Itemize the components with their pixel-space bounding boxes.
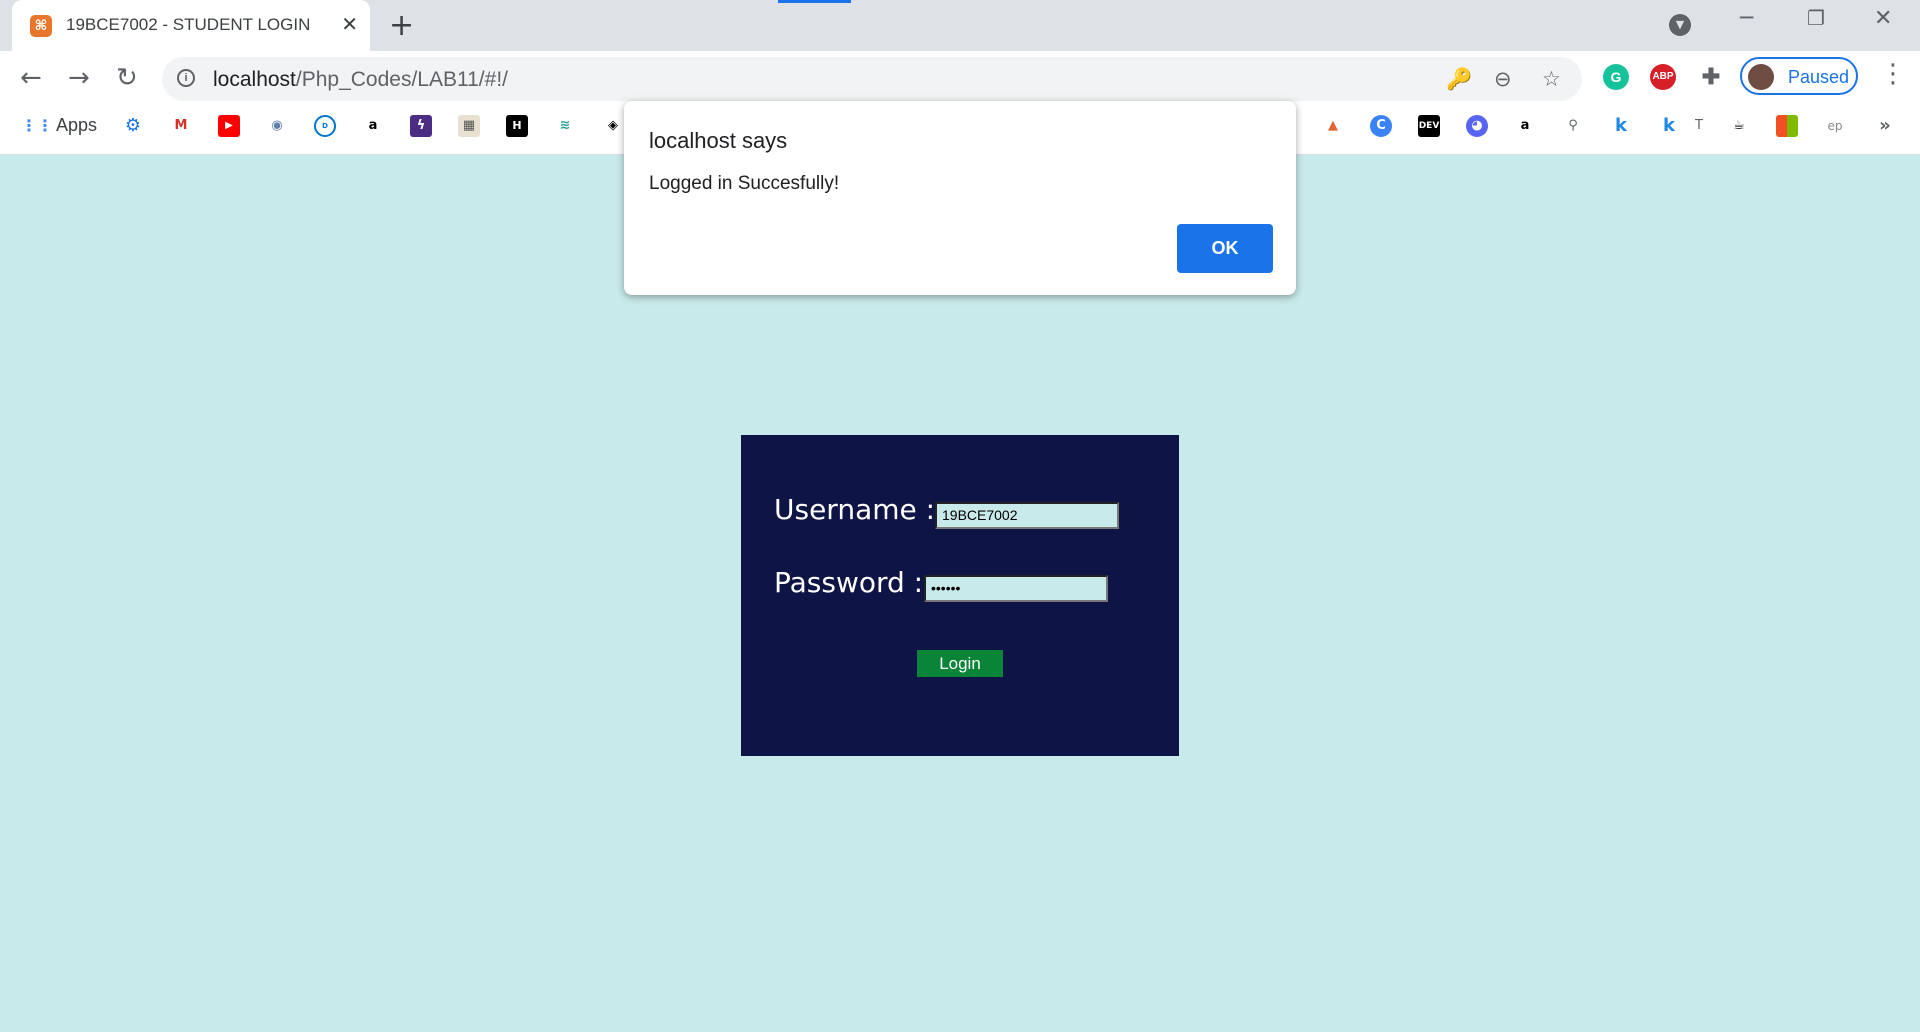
back-icon[interactable]: ← <box>20 63 42 93</box>
url-text[interactable]: localhost/Php_Codes/LAB11/#!/ <box>213 68 508 92</box>
apps-grid-icon[interactable]: ⋮⋮ <box>21 115 53 137</box>
bookmarks-overflow-icon[interactable]: » <box>1874 115 1896 137</box>
dialog-title: localhost says <box>649 128 788 153</box>
extensions-puzzle-icon[interactable]: ✚ <box>1698 64 1724 90</box>
tab-title: 19BCE7002 - STUDENT LOGIN <box>66 15 311 34</box>
microsoft-icon[interactable] <box>1776 115 1798 137</box>
browser-tab-active[interactable]: ⌘ 19BCE7002 - STUDENT LOGIN ✕ <box>12 0 370 51</box>
coffee-icon[interactable]: ☕ <box>1728 115 1750 137</box>
username-input[interactable]: 19BCE7002 <box>935 502 1119 529</box>
forward-icon[interactable]: → <box>68 63 90 93</box>
new-tab-button[interactable]: + <box>389 8 414 43</box>
discord-icon[interactable]: ◕ <box>1466 115 1488 137</box>
university-logo-icon[interactable]: ◉ <box>266 115 288 137</box>
profile-button[interactable]: Paused <box>1740 57 1858 95</box>
alert-dialog: localhost says Logged in Succesfully! OK <box>624 101 1296 295</box>
username-label: Username : <box>774 493 936 526</box>
lightning-app-icon[interactable]: ϟ <box>410 115 432 137</box>
xampp-icon: ⌘ <box>30 15 52 37</box>
youtube-icon[interactable]: ▶ <box>218 115 240 137</box>
restore-icon[interactable]: ❐ <box>1807 6 1825 30</box>
amazon-icon[interactable]: a <box>362 115 384 137</box>
url-path: /Php_Codes/LAB11/#!/ <box>295 68 508 91</box>
k-bookmark-icon[interactable]: k <box>1610 115 1632 137</box>
dialog-message: Logged in Succesfully! <box>649 173 840 194</box>
window-close-icon[interactable]: ✕ <box>1874 6 1892 31</box>
profile-status: Paused <box>1788 67 1850 87</box>
site-info-icon[interactable]: i <box>177 69 195 87</box>
tab-close-icon[interactable]: ✕ <box>341 12 358 36</box>
amazon-icon-2[interactable]: a <box>1514 115 1536 137</box>
settings-gear-icon[interactable]: ⚙ <box>122 115 144 137</box>
tab-strip: ⌘ 19BCE7002 - STUDENT LOGIN ✕ + ▼ ─ ❐ ✕ <box>0 0 1920 51</box>
dev-to-icon[interactable]: DEV <box>1418 115 1440 137</box>
search-bookmark-icon[interactable]: ⚲ <box>1562 115 1584 137</box>
gmail-icon[interactable]: M <box>170 115 192 137</box>
zoom-out-icon[interactable]: ⊖ <box>1494 67 1512 91</box>
password-input[interactable]: •••••• <box>924 575 1108 602</box>
loading-indicator <box>778 0 851 3</box>
bookmark-apps[interactable]: Apps <box>56 115 97 136</box>
login-button[interactable]: Login <box>917 650 1003 677</box>
bookmark-star-icon[interactable]: ☆ <box>1542 67 1561 91</box>
adblock-plus-icon[interactable]: ABP <box>1650 64 1676 90</box>
address-bar[interactable]: i localhost/Php_Codes/LAB11/#!/ 🔑 ⊖ ☆ <box>162 57 1582 101</box>
dell-icon[interactable]: D <box>314 115 336 137</box>
ok-button[interactable]: OK <box>1177 224 1273 273</box>
url-host: localhost <box>213 68 296 91</box>
reload-icon[interactable]: ↻ <box>116 63 138 93</box>
image-bookmark-icon[interactable]: ▦ <box>458 115 480 137</box>
t-bookmark-icon[interactable]: T <box>1688 115 1710 137</box>
diamond-bookmark-icon[interactable]: ◈ <box>602 115 624 137</box>
k-bookmark-icon-2[interactable]: k <box>1658 115 1680 137</box>
avatar <box>1748 64 1774 90</box>
password-label: Password : <box>774 566 924 599</box>
key-icon[interactable]: 🔑 <box>1446 67 1472 92</box>
browser-menu-icon[interactable]: ⋮ <box>1880 59 1906 89</box>
ep-bookmark-icon[interactable]: ep <box>1824 115 1846 137</box>
matlab-icon[interactable]: ▲ <box>1322 115 1344 137</box>
c-bookmark-icon[interactable]: C <box>1370 115 1392 137</box>
grammarly-icon[interactable]: G <box>1603 64 1629 90</box>
hackerrank-icon[interactable]: H <box>506 115 528 137</box>
wave-bookmark-icon[interactable]: ≋ <box>554 115 576 137</box>
minimize-icon[interactable]: ─ <box>1740 6 1753 31</box>
tab-search-icon[interactable]: ▼ <box>1669 14 1691 36</box>
